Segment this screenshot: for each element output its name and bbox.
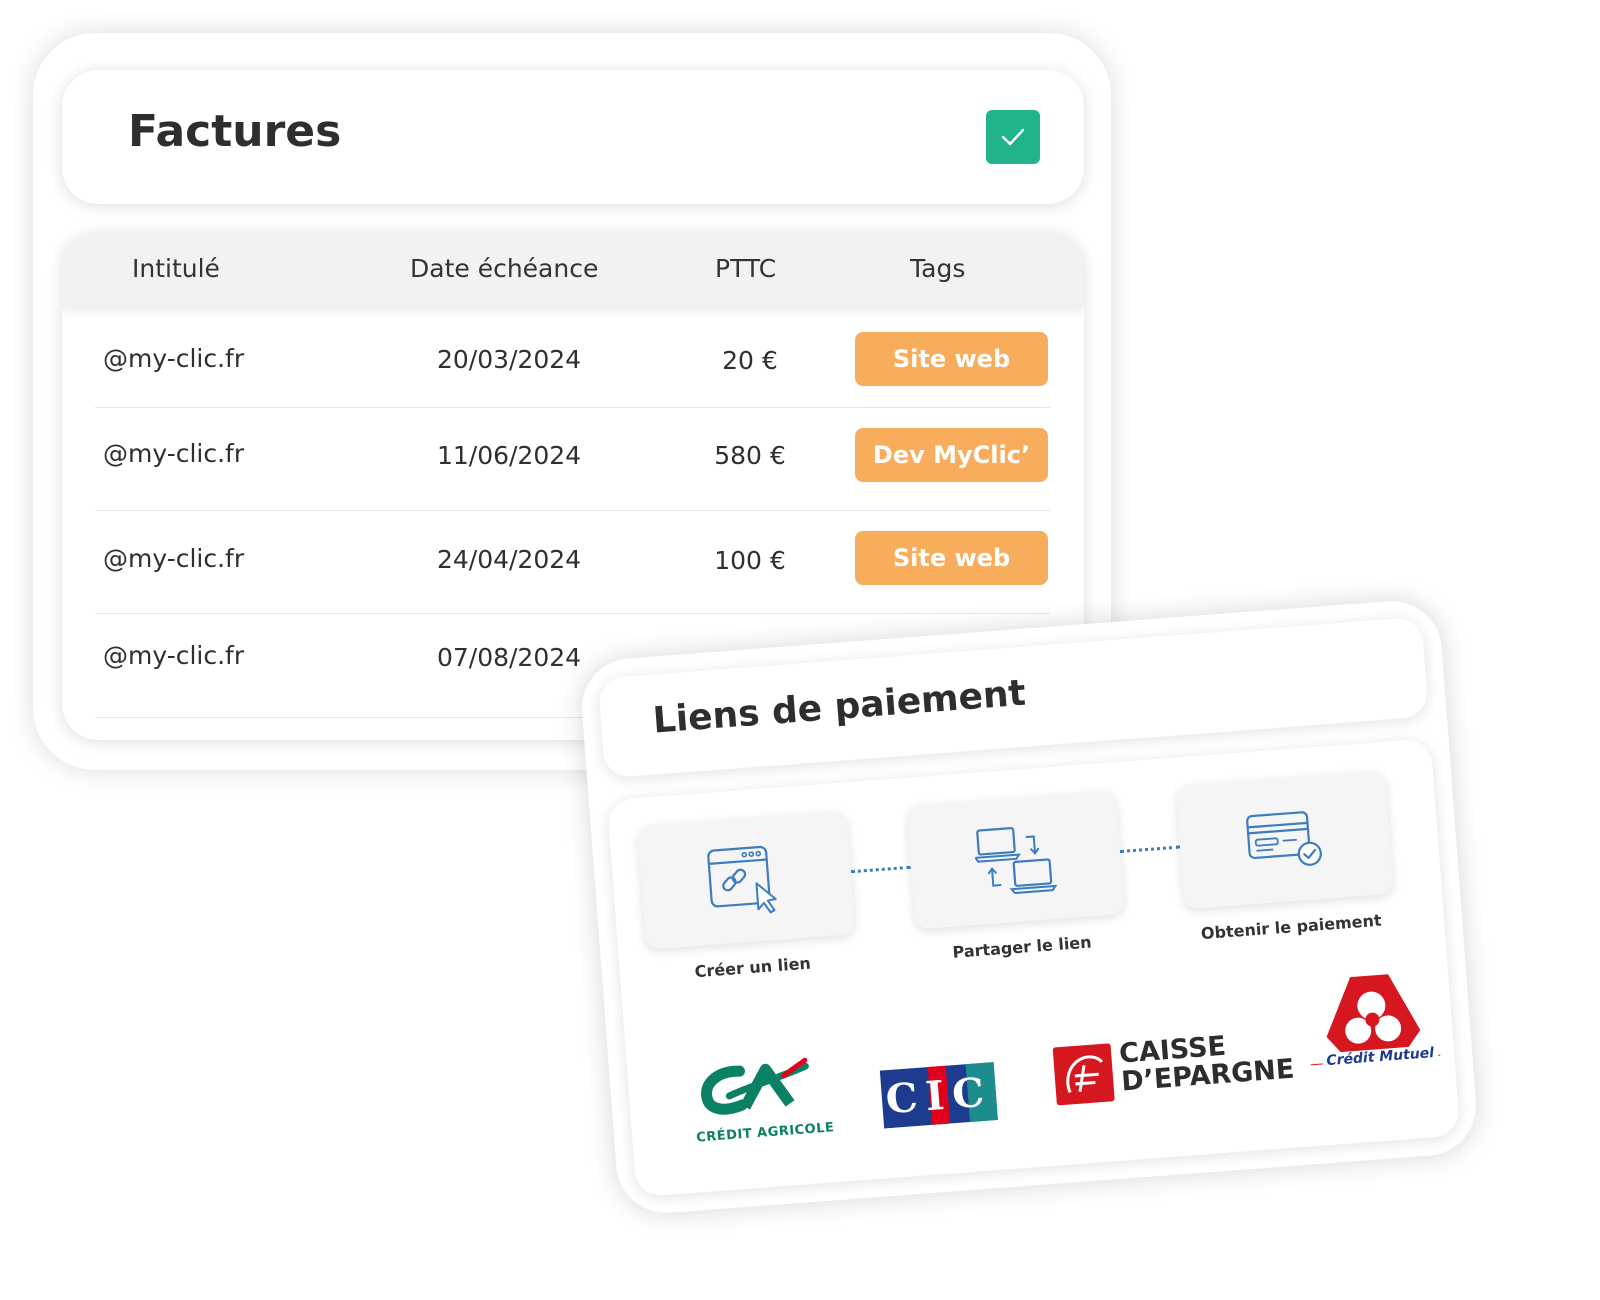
table-row[interactable]: @my-clic.fr 20/03/2024 20 € Site web xyxy=(95,308,1050,408)
tag-badge[interactable]: Site web xyxy=(855,332,1048,386)
liens-paiement-panel: Liens de paiement Créer un lien Partager… xyxy=(578,597,1480,1217)
column-header-pttc[interactable]: PTTC xyxy=(715,254,776,283)
table-row[interactable]: @my-clic.fr 11/06/2024 580 € Dev MyClic’ xyxy=(95,408,1050,511)
credit-card-check-icon xyxy=(1246,811,1322,866)
caisse-epargne-text: CAISSE D’EPARGNE xyxy=(1118,1028,1295,1098)
squirrel-icon xyxy=(1052,1043,1115,1106)
liens-title: Liens de paiement xyxy=(651,672,1028,742)
tag-badge[interactable]: Site web xyxy=(855,531,1048,585)
factures-title: Factures xyxy=(128,106,342,157)
connector-dots xyxy=(1119,845,1181,854)
column-header-date[interactable]: Date échéance xyxy=(410,254,598,283)
step-get-payment[interactable] xyxy=(1175,769,1395,910)
cic-text: CIC xyxy=(884,1067,994,1123)
checkbox-checked[interactable] xyxy=(986,110,1040,164)
credit-agricole-logo: CRÉDIT AGRICOLE xyxy=(687,1050,843,1151)
row-price: 580 € xyxy=(714,441,786,470)
check-icon xyxy=(1001,128,1025,146)
step-share-link-label: Partager le lien xyxy=(951,932,1093,962)
step-create-link[interactable] xyxy=(636,810,856,950)
column-header-tags[interactable]: Tags xyxy=(910,254,965,283)
step-share-link[interactable] xyxy=(906,790,1125,930)
step-create-link-label: Créer un lien xyxy=(694,953,812,982)
browser-link-cursor-icon xyxy=(707,845,777,914)
row-price: 100 € xyxy=(714,546,786,575)
liens-body: Créer un lien Partager le lien Obtenir l… xyxy=(606,738,1461,1198)
row-name: @my-clic.fr xyxy=(103,641,245,670)
row-date: 11/06/2024 xyxy=(436,441,582,470)
connector-dots xyxy=(850,865,911,874)
cic-logo: CIC xyxy=(879,1062,998,1129)
credit-agricole-icon xyxy=(701,1057,809,1115)
row-date: 20/03/2024 xyxy=(436,345,582,374)
factures-header: Factures xyxy=(62,70,1084,204)
table-header: Intitulé Date échéance PTTC Tags xyxy=(62,232,1084,308)
caisse-epargne-logo: CAISSE D’EPARGNE xyxy=(1052,1028,1295,1109)
column-header-intitule[interactable]: Intitulé xyxy=(132,254,220,283)
row-name: @my-clic.fr xyxy=(103,344,245,373)
table-row[interactable]: @my-clic.fr 24/04/2024 100 € Site web xyxy=(95,511,1050,614)
row-price: 20 € xyxy=(722,346,778,375)
tag-badge[interactable]: Dev MyClic’ xyxy=(855,428,1048,482)
row-name: @my-clic.fr xyxy=(103,439,245,468)
computers-exchange-icon xyxy=(973,827,1058,895)
row-date: 24/04/2024 xyxy=(436,545,582,574)
row-name: @my-clic.fr xyxy=(103,544,245,573)
credit-mutuel-logo: Crédit Mutuel xyxy=(1304,967,1442,1086)
step-get-payment-label: Obtenir le paiement xyxy=(1200,910,1383,944)
